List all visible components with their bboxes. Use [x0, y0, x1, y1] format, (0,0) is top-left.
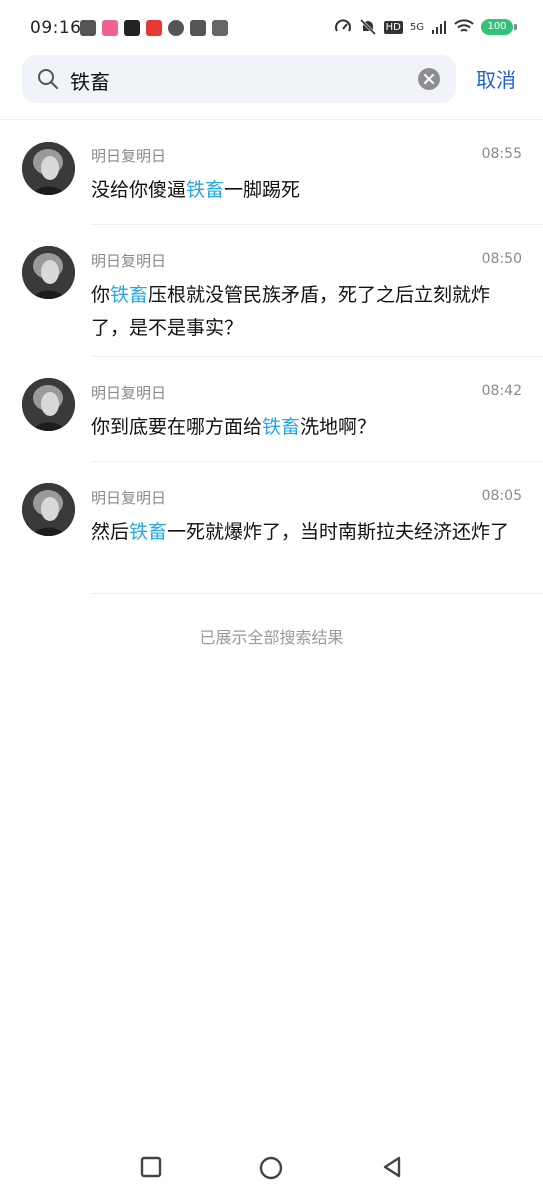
portrait-avatar-image [22, 378, 75, 431]
message-time: 08:55 [481, 146, 522, 162]
search-icon [38, 69, 58, 89]
status-time: 09:16 [30, 18, 82, 38]
message-part: 一脚踢死 [224, 179, 301, 201]
square-icon [140, 1156, 162, 1178]
bilibili-app-icon [102, 20, 118, 36]
news-app-icon [146, 20, 162, 36]
result-item[interactable]: 明日复明日 08:50 你铁畜压根就没管民族矛盾，死了之后立刻就炸了，是不是事实… [0, 225, 543, 357]
message-part: 你 [91, 284, 111, 306]
message-text: 没给你傻逼铁畜一脚踢死 [91, 174, 523, 207]
avatar[interactable] [22, 378, 75, 431]
hd-icon: HD [383, 20, 403, 34]
status-bar: 09:16 HD 5G 100 [0, 0, 543, 56]
message-part: 然后 [91, 521, 130, 543]
mute-bell-icon [359, 18, 376, 36]
result-item[interactable]: 明日复明日 08:05 然后铁畜一死就爆炸了，当时南斯拉夫经济还炸了 [0, 462, 543, 594]
network-label: 5G [409, 21, 424, 33]
message-text: 你到底要在哪方面给铁畜洗地啊？ [91, 411, 523, 444]
close-icon [424, 74, 434, 84]
back-button[interactable] [381, 1156, 403, 1182]
sender-name: 明日复明日 [91, 384, 167, 402]
search-input[interactable] [68, 64, 432, 96]
message-part: 你到底要在哪方面给 [91, 416, 263, 438]
mail-app-icon [190, 20, 206, 36]
message-time: 08:42 [481, 383, 522, 399]
home-button[interactable] [259, 1156, 283, 1184]
search-bar[interactable] [22, 55, 456, 103]
notification-icons [80, 20, 228, 36]
speedometer-icon [334, 19, 351, 32]
signal-icon [432, 21, 446, 34]
clear-search-button[interactable] [418, 68, 440, 90]
portrait-avatar-image [22, 483, 75, 536]
message-part: 没给你傻逼 [91, 179, 187, 201]
triangle-back-icon [383, 1156, 401, 1178]
sender-name: 明日复明日 [91, 147, 167, 165]
result-item[interactable]: 明日复明日 08:42 你到底要在哪方面给铁畜洗地啊？ [0, 357, 543, 462]
search-results: 明日复明日 08:55 没给你傻逼铁畜一脚踢死 明日复明日 08:50 你铁畜压… [0, 120, 543, 594]
highlighted-keyword: 铁畜 [110, 284, 149, 306]
message-part: 洗地啊？ [300, 416, 377, 438]
highlighted-keyword: 铁畜 [186, 179, 225, 201]
system-nav-bar [0, 1140, 543, 1200]
all-results-shown-note: 已展示全部搜索结果 [199, 628, 344, 647]
cancel-button[interactable]: 取消 [476, 64, 516, 93]
avatar[interactable] [22, 142, 75, 195]
highlighted-keyword: 铁畜 [129, 521, 168, 543]
message-text: 你铁畜压根就没管民族矛盾，死了之后立刻就炸了，是不是事实？ [91, 279, 523, 345]
status-indicators: HD 5G 100 [334, 18, 517, 36]
tiktok-app-icon [124, 20, 140, 36]
divider [91, 593, 543, 594]
app-icon [212, 20, 228, 36]
portrait-avatar-image [22, 142, 75, 195]
message-time: 08:05 [481, 488, 522, 504]
message-text: 然后铁畜一死就爆炸了，当时南斯拉夫经济还炸了 [91, 516, 523, 549]
pay-app-icon [80, 20, 96, 36]
message-time: 08:50 [481, 251, 522, 267]
sender-name: 明日复明日 [91, 252, 167, 270]
portrait-avatar-image [22, 246, 75, 299]
avatar[interactable] [22, 246, 75, 299]
recent-apps-button[interactable] [140, 1156, 162, 1182]
message-part: 压根就没管民族矛盾，死了之后立刻就炸了，是不是事实？ [91, 284, 491, 339]
message-part: 一死就爆炸了，当时南斯拉夫经济还炸了 [167, 521, 510, 543]
battery-icon: 100 [481, 19, 517, 35]
highlighted-keyword: 铁畜 [262, 416, 301, 438]
sender-name: 明日复明日 [91, 489, 167, 507]
wifi-icon [454, 19, 474, 32]
result-item[interactable]: 明日复明日 08:55 没给你傻逼铁畜一脚踢死 [0, 120, 543, 225]
wechat-app-icon [168, 20, 184, 36]
avatar[interactable] [22, 483, 75, 536]
circle-icon [259, 1156, 283, 1180]
